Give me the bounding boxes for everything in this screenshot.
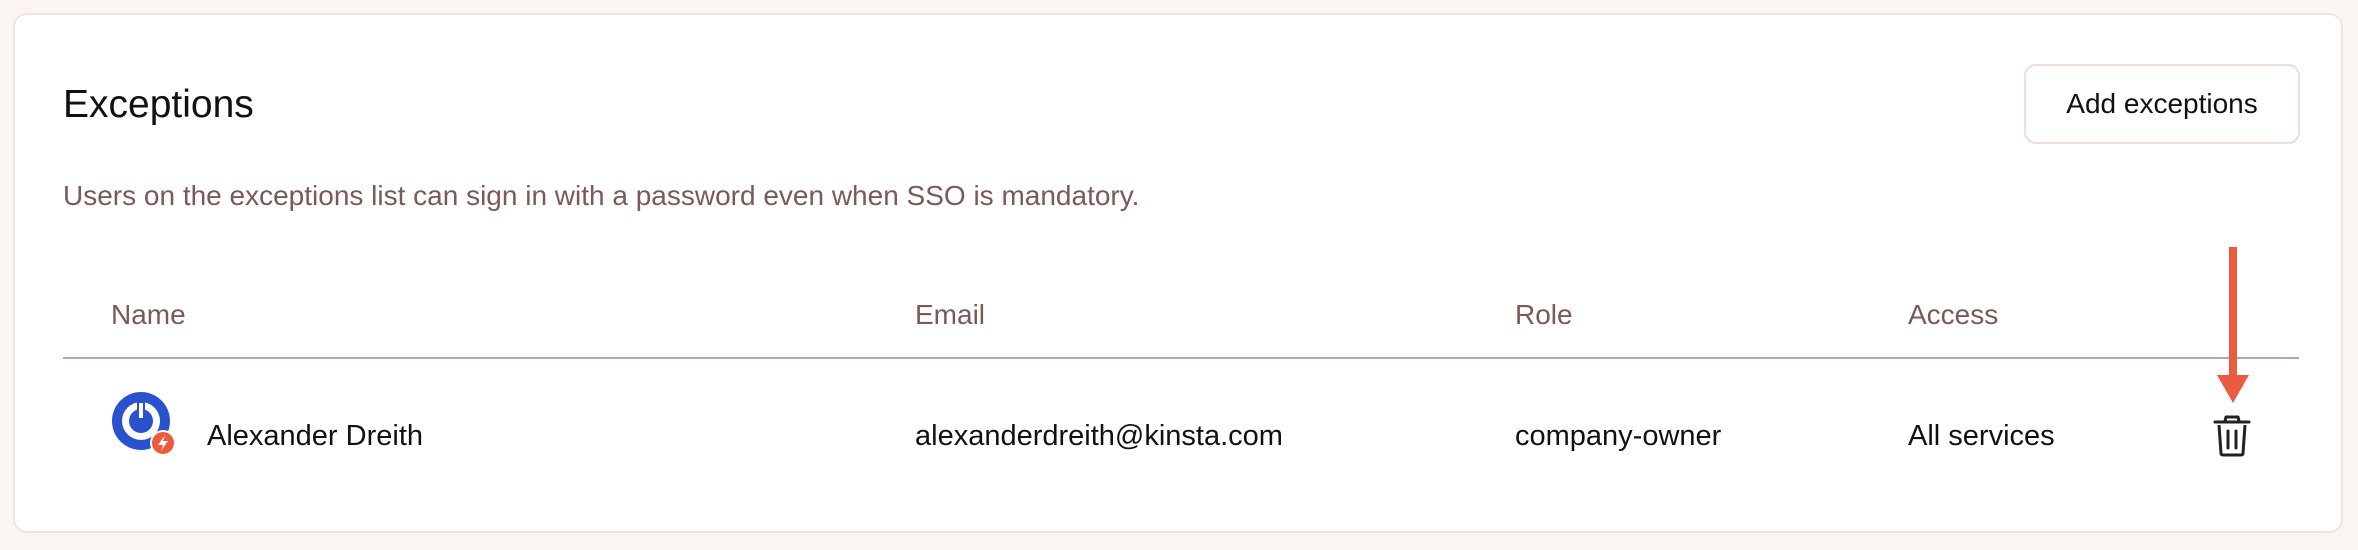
column-header-email: Email	[915, 299, 986, 330]
section-title: Exceptions	[63, 83, 254, 126]
add-exceptions-button[interactable]: Add exceptions	[2024, 64, 2300, 144]
lightning-bolt-icon	[150, 430, 176, 456]
user-name: Alexander Dreith	[207, 420, 423, 452]
user-email: alexanderdreith@kinsta.com	[915, 420, 1283, 452]
column-header-access: Access	[1908, 299, 1999, 330]
avatar	[112, 392, 176, 456]
section-description: Users on the exceptions list can sign in…	[63, 180, 1140, 211]
column-header-role: Role	[1515, 299, 1573, 330]
trash-icon[interactable]	[2213, 415, 2251, 457]
user-role: company-owner	[1515, 420, 1722, 452]
down-arrow-icon	[2217, 247, 2249, 403]
table-divider	[63, 357, 2299, 359]
column-header-name: Name	[111, 299, 186, 330]
user-access: All services	[1908, 420, 2055, 452]
exceptions-card: Exceptions Add exceptions Users on the e…	[13, 13, 2343, 533]
